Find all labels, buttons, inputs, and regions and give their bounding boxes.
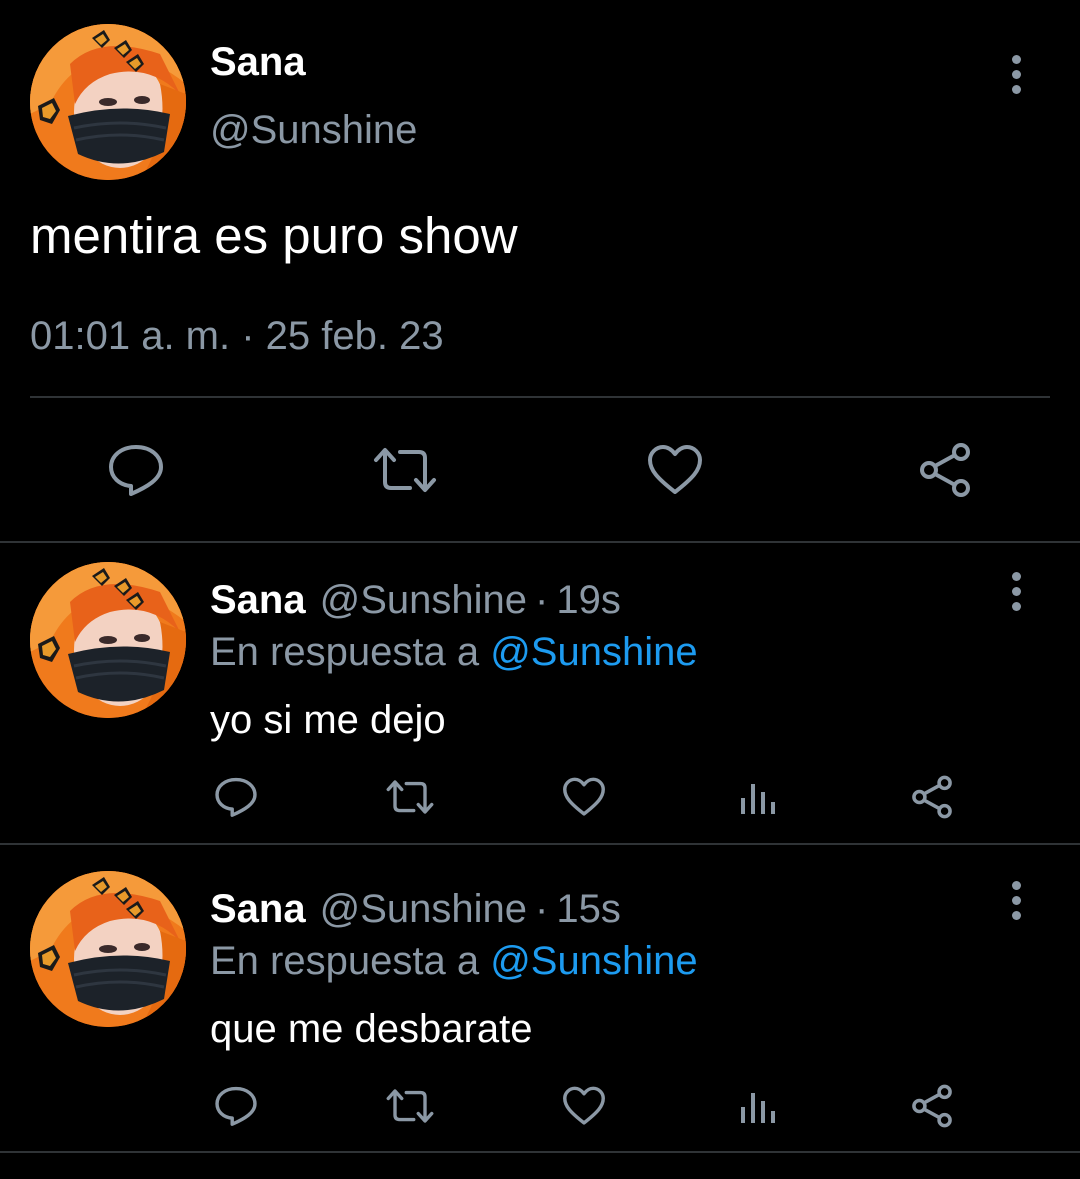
reply-prefix: En respuesta a	[210, 630, 480, 674]
avatar[interactable]	[30, 24, 186, 180]
analytics-icon[interactable]	[739, 778, 777, 816]
separator: ·	[535, 887, 549, 931]
divider	[0, 1151, 1080, 1153]
divider	[30, 396, 1050, 398]
avatar-image	[30, 562, 186, 718]
avatar[interactable]	[30, 562, 186, 718]
reply-icon[interactable]	[107, 443, 165, 497]
retweet-icon[interactable]	[385, 1088, 435, 1124]
reply-tweet[interactable]: Sana @Sunshine · 19s En respuesta a @Sunshi…	[0, 562, 1080, 870]
reply-icon[interactable]	[214, 1085, 258, 1127]
retweet-icon[interactable]	[385, 779, 435, 815]
share-icon[interactable]	[917, 442, 973, 498]
divider	[0, 843, 1080, 845]
like-icon[interactable]	[562, 1086, 606, 1126]
share-icon[interactable]	[910, 1084, 954, 1128]
more-options-icon[interactable]	[1007, 879, 1027, 923]
share-icon[interactable]	[910, 775, 954, 819]
reply-prefix: En respuesta a	[210, 939, 480, 983]
analytics-icon[interactable]	[739, 1087, 777, 1125]
author-name[interactable]: Sana	[210, 578, 306, 622]
reply-to-link[interactable]: @Sunshine	[490, 939, 697, 983]
avatar-image	[30, 871, 186, 1027]
like-icon[interactable]	[647, 444, 703, 496]
divider	[0, 541, 1080, 543]
author-name[interactable]: Sana	[210, 40, 306, 85]
author-name[interactable]: Sana	[210, 887, 306, 931]
author-handle[interactable]: @Sunshine	[320, 578, 527, 622]
tweet-time[interactable]: 19s	[556, 578, 621, 622]
tweet-text: mentira es puro show	[30, 207, 518, 264]
reply-header: Sana @Sunshine · 19s	[210, 578, 621, 623]
avatar[interactable]	[30, 871, 186, 1027]
tweet-time[interactable]: 15s	[556, 887, 621, 931]
more-options-icon[interactable]	[1007, 53, 1027, 97]
reply-context: En respuesta a @Sunshine	[210, 939, 698, 984]
separator: ·	[535, 578, 549, 622]
reply-to-link[interactable]: @Sunshine	[490, 630, 697, 674]
tweet-text: yo si me dejo	[210, 698, 446, 742]
author-handle[interactable]: @Sunshine	[320, 887, 527, 931]
tweet-text: que me desbarate	[210, 1007, 533, 1051]
avatar-image	[30, 24, 186, 180]
retweet-icon[interactable]	[372, 446, 438, 494]
more-options-icon[interactable]	[1007, 570, 1027, 614]
tweet-timestamp[interactable]: 01:01 a. m. · 25 feb. 23	[30, 314, 444, 359]
author-handle[interactable]: @Sunshine	[210, 108, 417, 153]
reply-context: En respuesta a @Sunshine	[210, 630, 698, 675]
reply-header: Sana @Sunshine · 15s	[210, 887, 621, 932]
reply-icon[interactable]	[214, 776, 258, 818]
like-icon[interactable]	[562, 777, 606, 817]
reply-tweet[interactable]: Sana @Sunshine · 15s En respuesta a @Sunshi…	[0, 871, 1080, 1179]
